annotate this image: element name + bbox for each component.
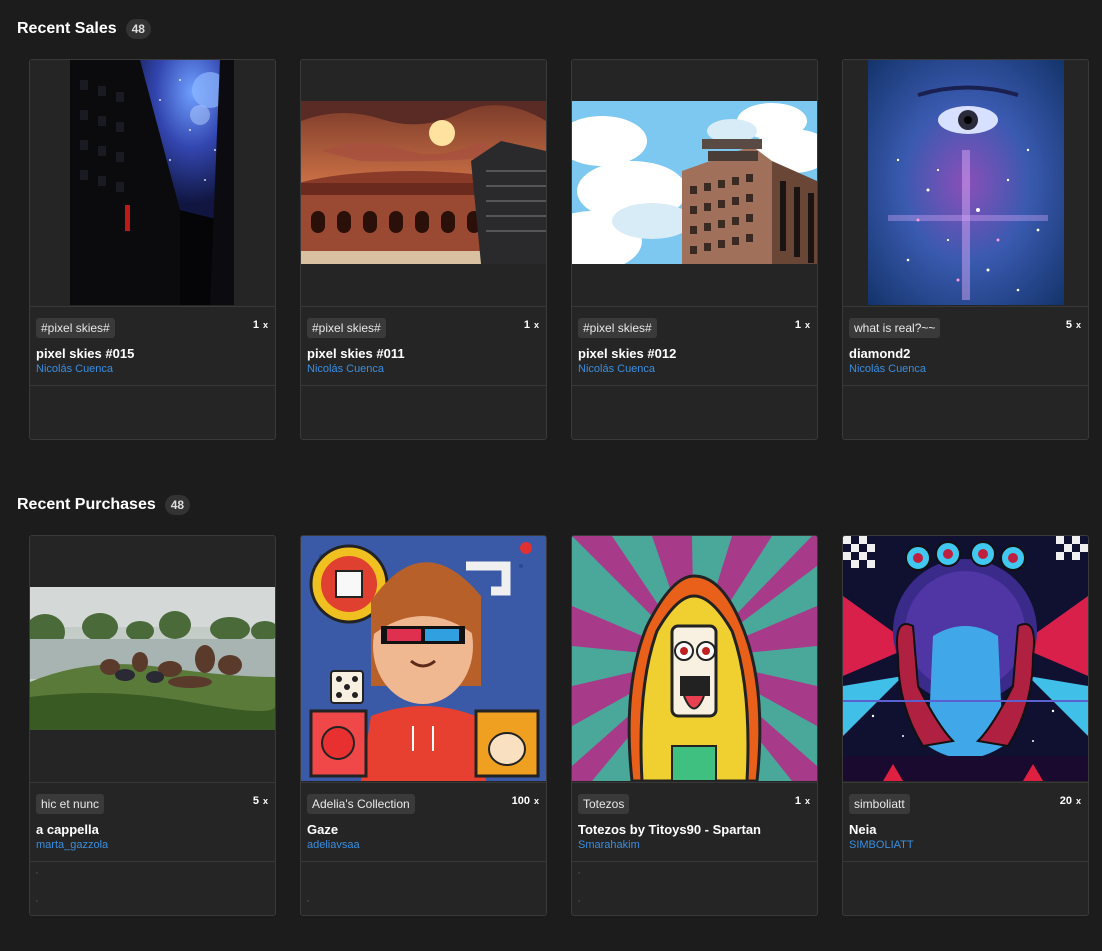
sale-card-1-info: #pixel skies# 1x pixel skies #015 Nicolá…: [30, 306, 275, 385]
sale-card-3-creator[interactable]: Nicolás Cuenca: [578, 363, 655, 375]
purchase-card-3-footer-mark: [578, 872, 580, 874]
sale-card-1-footer: [30, 385, 275, 439]
sale-card-1[interactable]: #pixel skies# 1x pixel skies #015 Nicolá…: [29, 59, 276, 440]
sale-card-4-edition: 5x: [1066, 319, 1081, 331]
purchase-card-3-creator[interactable]: Smarahakim: [578, 839, 640, 851]
purchase-card-3-image: [572, 536, 817, 781]
sale-card-3[interactable]: #pixel skies# 1x pixel skies #012 Nicolá…: [571, 59, 818, 440]
sale-card-3-artwork[interactable]: [572, 60, 817, 305]
purchase-card-3[interactable]: Totezos 1x Totezos by Titoys90 - Spartan…: [571, 535, 818, 916]
purchase-card-1-artwork[interactable]: [30, 536, 275, 781]
purchase-card-4-title[interactable]: Neia: [849, 822, 876, 837]
purchase-card-1-edition-suffix: x: [262, 796, 268, 806]
sale-card-2-edition-value: 1: [523, 319, 530, 331]
sale-card-2-title[interactable]: pixel skies #011: [307, 346, 405, 361]
purchase-card-3-edition-value: 1: [794, 795, 801, 807]
purchase-card-3-edition: 1x: [795, 795, 810, 807]
purchase-card-2-edition-suffix: x: [533, 796, 539, 806]
sale-card-2-edition: 1x: [524, 319, 539, 331]
sale-card-4-creator[interactable]: Nicolás Cuenca: [849, 363, 926, 375]
sale-card-4-artwork[interactable]: [843, 60, 1088, 305]
purchase-card-1-edition-value: 5: [252, 795, 259, 807]
sale-card-2-creator[interactable]: Nicolás Cuenca: [307, 363, 384, 375]
sale-card-1-edition-value: 1: [252, 319, 259, 331]
purchase-card-1-edition: 5x: [253, 795, 268, 807]
sale-card-4-image: [868, 60, 1064, 305]
purchase-card-4-info: simboliatt 20 x Neia SIMBOLIATT: [843, 782, 1088, 861]
sale-card-4-footer: [843, 385, 1088, 439]
sale-card-4-info: what is real?~~ 5x diamond2 Nicolás Cuen…: [843, 306, 1088, 385]
sale-card-3-footer: [572, 385, 817, 439]
purchase-card-1-footer-mark: [36, 900, 38, 902]
sale-card-4-edition-value: 5: [1065, 319, 1072, 331]
purchase-card-4-edition-suffix: x: [1075, 796, 1081, 806]
purchase-card-2-image: [301, 536, 546, 781]
purchase-card-4-image: [843, 536, 1088, 781]
sale-card-4[interactable]: what is real?~~ 5x diamond2 Nicolás Cuen…: [842, 59, 1089, 440]
purchase-card-4[interactable]: simboliatt 20 x Neia SIMBOLIATT: [842, 535, 1089, 916]
purchase-card-4-edition: 20 x: [1060, 795, 1081, 807]
purchase-card-2-edition-value: 100: [511, 795, 530, 807]
purchase-card-3-footer-mark: [578, 900, 580, 902]
purchase-card-2-artwork[interactable]: [301, 536, 546, 781]
purchase-card-1-creator[interactable]: marta_gazzola: [36, 839, 108, 851]
sale-card-2-image: [301, 101, 546, 264]
sale-card-1-artwork[interactable]: [30, 60, 275, 305]
purchase-card-1-footer-mark: [36, 872, 38, 874]
purchase-card-3-title[interactable]: Totezos by Titoys90 - Spartan: [578, 822, 761, 837]
purchase-card-2[interactable]: Adelia's Collection 100 x Gaze adeliavsaa: [300, 535, 547, 916]
sale-card-1-image: [70, 60, 234, 305]
sale-card-4-edition-suffix: x: [1075, 320, 1081, 330]
purchase-card-3-info: Totezos 1x Totezos by Titoys90 - Spartan…: [572, 782, 817, 861]
purchase-card-2-footer-mark: [307, 900, 309, 902]
recent-purchases-count: 48: [164, 495, 191, 515]
purchase-card-3-footer: [572, 861, 817, 915]
sale-card-2-edition-suffix: x: [533, 320, 539, 330]
sale-card-2-artwork[interactable]: [301, 60, 546, 305]
purchase-card-3-tag[interactable]: Totezos: [578, 794, 630, 814]
purchase-card-1-info: hic et nunc 5x a cappella marta_gazzola: [30, 782, 275, 861]
sale-card-2-tag[interactable]: #pixel skies#: [307, 318, 386, 338]
purchase-card-2-info: Adelia's Collection 100 x Gaze adeliavsaa: [301, 782, 546, 861]
sale-card-3-title[interactable]: pixel skies #012: [578, 346, 676, 361]
purchase-card-4-footer: [843, 861, 1088, 915]
purchase-card-2-tag[interactable]: Adelia's Collection: [307, 794, 415, 814]
purchase-card-1-image: [30, 587, 275, 730]
purchase-card-3-artwork[interactable]: [572, 536, 817, 781]
purchase-card-1-title[interactable]: a cappella: [36, 822, 99, 837]
purchase-card-1[interactable]: hic et nunc 5x a cappella marta_gazzola: [29, 535, 276, 916]
sale-card-4-title[interactable]: diamond2: [849, 346, 910, 361]
sale-card-3-edition-suffix: x: [804, 320, 810, 330]
sale-card-1-tag[interactable]: #pixel skies#: [36, 318, 115, 338]
sale-card-3-image: [572, 101, 817, 264]
sale-card-1-creator[interactable]: Nicolás Cuenca: [36, 363, 113, 375]
recent-sales-header: Recent Sales 48: [17, 18, 151, 40]
sale-card-2-footer: [301, 385, 546, 439]
sale-card-3-edition: 1x: [795, 319, 810, 331]
purchase-card-2-creator[interactable]: adeliavsaa: [307, 839, 360, 851]
purchase-card-1-tag[interactable]: hic et nunc: [36, 794, 105, 814]
sale-card-3-edition-value: 1: [794, 319, 801, 331]
purchase-card-3-edition-suffix: x: [804, 796, 810, 806]
recent-sales-title: Recent Sales: [17, 20, 117, 37]
purchase-card-2-edition: 100 x: [512, 795, 539, 807]
purchase-card-2-footer: [301, 861, 546, 915]
sale-card-1-title[interactable]: pixel skies #015: [36, 346, 134, 361]
sale-card-1-edition: 1x: [253, 319, 268, 331]
sale-card-3-tag[interactable]: #pixel skies#: [578, 318, 657, 338]
sale-card-2[interactable]: #pixel skies# 1x pixel skies #011 Nicolá…: [300, 59, 547, 440]
purchase-card-2-title[interactable]: Gaze: [307, 822, 338, 837]
sale-card-3-info: #pixel skies# 1x pixel skies #012 Nicolá…: [572, 306, 817, 385]
purchase-card-4-artwork[interactable]: [843, 536, 1088, 781]
sale-card-4-tag[interactable]: what is real?~~: [849, 318, 941, 338]
recent-purchases-header: Recent Purchases 48: [17, 494, 191, 516]
purchase-card-1-footer: [30, 861, 275, 915]
recent-purchases-title: Recent Purchases: [17, 496, 156, 513]
recent-sales-count: 48: [125, 19, 151, 39]
sale-card-1-edition-suffix: x: [262, 320, 268, 330]
purchase-card-4-edition-value: 20: [1059, 795, 1072, 807]
purchase-card-4-creator[interactable]: SIMBOLIATT: [849, 839, 914, 851]
purchase-card-4-tag[interactable]: simboliatt: [849, 794, 910, 814]
sale-card-2-info: #pixel skies# 1x pixel skies #011 Nicolá…: [301, 306, 546, 385]
